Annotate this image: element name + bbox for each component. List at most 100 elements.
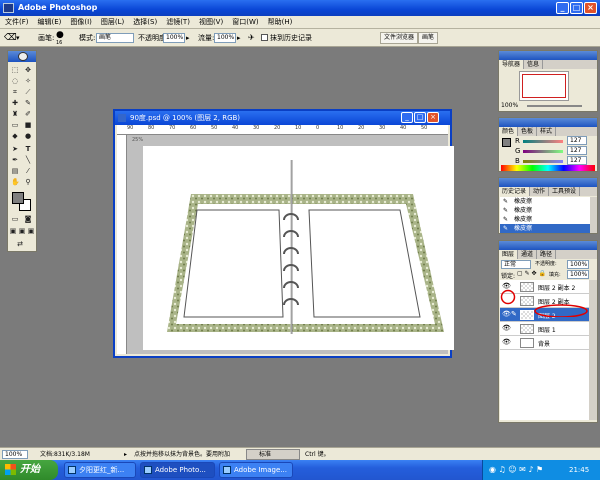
healing-brush-tool-icon[interactable]: ✚ xyxy=(11,99,19,107)
taskbar-button-imageready[interactable]: Adobe Image... xyxy=(219,462,293,478)
clone-stamp-tool-icon[interactable]: ♜ xyxy=(11,110,19,118)
tab-info[interactable]: 信息 xyxy=(524,60,544,69)
dock-tab-brushes[interactable]: 画笔 xyxy=(418,32,439,44)
foreground-color-swatch[interactable] xyxy=(12,192,24,204)
navigator-thumbnail[interactable] xyxy=(519,71,569,101)
layer-row[interactable]: 👁 背景 xyxy=(500,336,589,350)
jump-to-imageready-icon[interactable]: ⇄ xyxy=(16,240,24,248)
crop-tool-icon[interactable]: ⌗ xyxy=(11,88,19,96)
gradient-tool-icon[interactable]: ■ xyxy=(24,121,32,129)
history-item[interactable]: ✎ 橡皮擦 xyxy=(500,197,590,206)
menu-view[interactable]: 视图(V) xyxy=(194,16,227,29)
maximize-button[interactable]: □ xyxy=(570,2,583,14)
tab-styles[interactable]: 样式 xyxy=(537,127,557,136)
taskbar-button-photoshop[interactable]: Adobe Photo... xyxy=(140,462,215,478)
history-item[interactable]: ✎ 橡皮擦 xyxy=(500,206,590,215)
magic-wand-tool-icon[interactable]: ✧ xyxy=(24,77,32,85)
layer-row[interactable]: 👁 图层 1 xyxy=(500,322,589,336)
slice-tool-icon[interactable]: ⟋ xyxy=(24,88,32,96)
tab-navigator[interactable]: 导航器 xyxy=(499,60,525,69)
tab-history[interactable]: 历史记录 xyxy=(499,187,531,196)
history-scrollbar[interactable] xyxy=(590,197,597,233)
tab-layers[interactable]: 图层 xyxy=(499,250,519,259)
status-zoom[interactable]: 100% xyxy=(2,450,28,459)
color-g-slider[interactable] xyxy=(523,150,563,153)
notes-tool-icon[interactable]: ▤ xyxy=(11,167,19,175)
tab-color[interactable]: 颜色 xyxy=(499,127,519,136)
lock-icons[interactable]: ▢ ✎ ✥ 🔒 xyxy=(517,270,546,277)
eraser-tool-icon[interactable]: ⌫ xyxy=(4,29,17,47)
dock-tab-file-browser[interactable]: 文件浏览器 xyxy=(380,32,419,44)
dodge-tool-icon[interactable]: ● xyxy=(24,132,32,140)
move-tool-icon[interactable]: ✥ xyxy=(24,66,32,74)
opacity-arrow-icon[interactable]: ▸ xyxy=(186,29,190,47)
doc-minimize-button[interactable]: _ xyxy=(401,112,413,123)
standard-mode-button[interactable]: 标准 xyxy=(246,449,300,460)
tray-icons[interactable]: ◉ ♫ ☺ ✉ ♪ ⚑ xyxy=(489,460,543,480)
eraser-tool-icon-box[interactable]: ▭ xyxy=(11,121,19,129)
history-item[interactable]: ✎ 橡皮擦 xyxy=(500,215,590,224)
zoom-tool-icon[interactable]: ⚲ xyxy=(24,178,32,186)
color-r-slider[interactable] xyxy=(523,140,563,143)
menu-filter[interactable]: 滤镜(T) xyxy=(161,16,194,29)
menu-image[interactable]: 图像(I) xyxy=(65,16,96,29)
type-tool-icon[interactable]: T xyxy=(24,145,32,153)
color-fg-swatch[interactable] xyxy=(502,138,511,147)
eye-icon[interactable]: 👁 xyxy=(502,338,511,346)
marquee-tool-icon[interactable]: ⬚ xyxy=(11,66,19,74)
color-r-input[interactable]: 127 xyxy=(567,136,587,145)
flow-input[interactable]: 100% xyxy=(214,33,236,43)
full-screen-menu-icon[interactable]: ▣ xyxy=(18,227,26,235)
shape-tool-icon[interactable]: ╲ xyxy=(24,156,32,164)
minimize-button[interactable]: _ xyxy=(556,2,569,14)
quick-mask-icon[interactable]: ◙ xyxy=(24,215,32,223)
tool-preset-arrow-icon[interactable]: ▾ xyxy=(16,29,20,47)
color-g-input[interactable]: 127 xyxy=(567,146,587,155)
layer-opacity-input[interactable]: 100% xyxy=(567,260,589,269)
navigator-zoom[interactable]: 100% xyxy=(501,102,518,109)
fill-input[interactable]: 100% xyxy=(567,270,589,279)
tab-swatches[interactable]: 色板 xyxy=(518,127,538,136)
tab-actions[interactable]: 动作 xyxy=(530,187,550,196)
mode-select[interactable]: 画笔 xyxy=(96,33,134,43)
start-button[interactable]: 开始 xyxy=(0,460,58,480)
airbrush-icon[interactable]: ✈ xyxy=(248,29,255,47)
full-screen-icon[interactable]: ▣ xyxy=(27,227,35,235)
history-item-active[interactable]: ✎ 橡皮擦 xyxy=(500,224,590,233)
standard-mode-icon[interactable]: ▭ xyxy=(11,215,19,223)
blur-tool-icon[interactable]: ◆ xyxy=(11,132,19,140)
menu-window[interactable]: 窗口(W) xyxy=(227,16,262,29)
tab-channels[interactable]: 通道 xyxy=(518,250,538,259)
color-b-input[interactable]: 127 xyxy=(567,156,587,165)
canvas-area[interactable]: 25% xyxy=(127,135,454,354)
lasso-tool-icon[interactable]: ◌ xyxy=(11,77,19,85)
opacity-input[interactable]: 100% xyxy=(163,33,185,43)
tab-tool-presets[interactable]: 工具预设 xyxy=(549,187,581,196)
doc-maximize-button[interactable]: □ xyxy=(414,112,426,123)
flow-arrow-icon[interactable]: ▸ xyxy=(237,29,241,47)
screen-mode-icon[interactable]: ▣ xyxy=(9,227,17,235)
color-spectrum-bar[interactable] xyxy=(501,165,595,171)
eye-icon[interactable]: 👁 xyxy=(502,324,511,332)
navigator-view-box[interactable] xyxy=(522,74,566,98)
fill-label: 填充: xyxy=(549,272,561,278)
menu-select[interactable]: 选择(S) xyxy=(128,16,161,29)
pen-tool-icon[interactable]: ✒ xyxy=(11,156,19,164)
taskbar-button-browser[interactable]: 夕阳更红_新... xyxy=(64,462,136,478)
history-brush-tool-icon[interactable]: ✐ xyxy=(24,110,32,118)
canvas-document[interactable] xyxy=(143,146,454,350)
path-select-tool-icon[interactable]: ➤ xyxy=(11,145,19,153)
hand-tool-icon[interactable]: ✋ xyxy=(11,178,20,186)
blend-mode-select[interactable]: 正常 xyxy=(501,260,531,269)
tab-paths[interactable]: 路径 xyxy=(537,250,557,259)
navigator-zoom-slider[interactable] xyxy=(527,105,582,107)
menu-help[interactable]: 帮助(H) xyxy=(263,16,297,29)
brush-tool-icon[interactable]: ✎ xyxy=(24,99,32,107)
menu-file[interactable]: 文件(F) xyxy=(0,16,33,29)
doc-close-button[interactable]: × xyxy=(427,112,439,123)
menu-layer[interactable]: 图层(L) xyxy=(96,16,128,29)
color-b-slider[interactable] xyxy=(523,160,563,163)
close-button[interactable]: × xyxy=(584,2,597,14)
eyedropper-tool-icon[interactable]: ⁄ xyxy=(24,167,32,175)
erase-history-checkbox[interactable] xyxy=(261,34,268,41)
